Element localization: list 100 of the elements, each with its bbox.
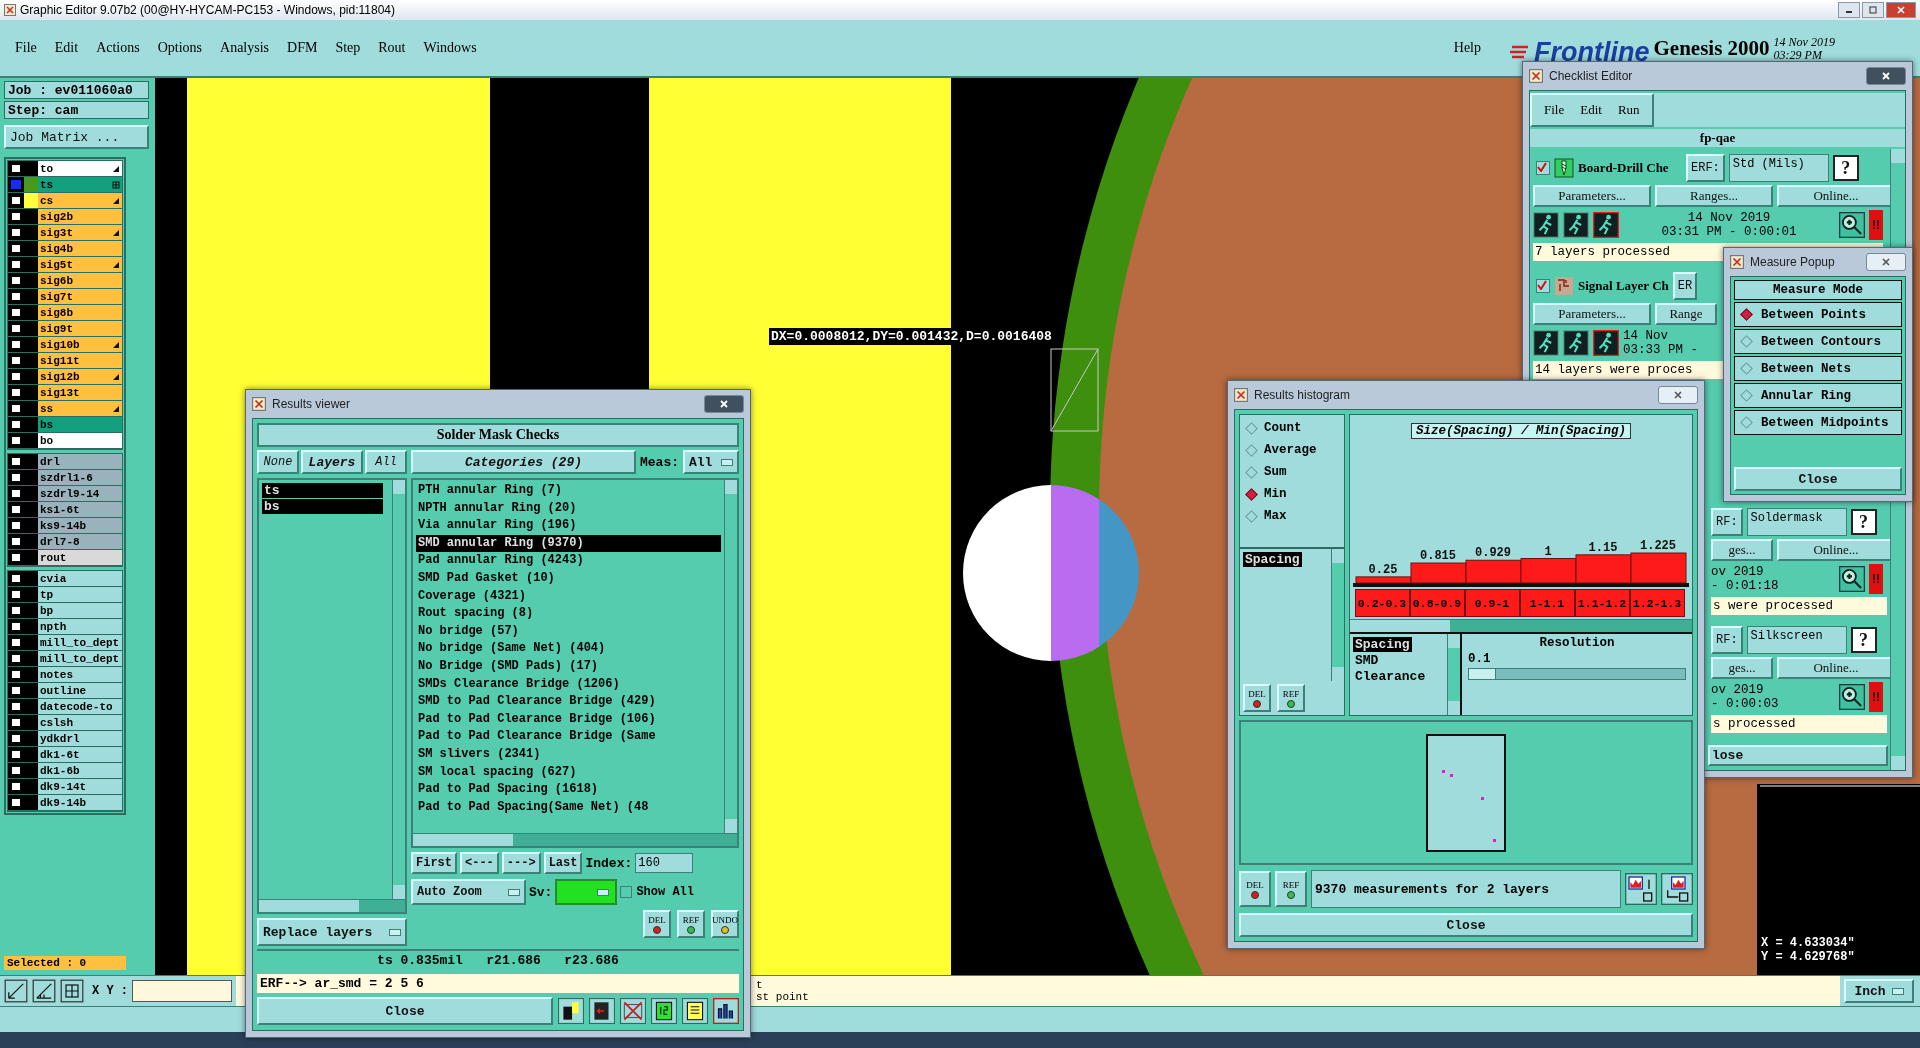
horizontal-scrollbar[interactable]: [413, 833, 737, 846]
minimize-button[interactable]: [1838, 2, 1860, 18]
navigation-button[interactable]: First: [411, 852, 457, 874]
close-button[interactable]: [1866, 253, 1906, 271]
layer-name[interactable]: rout: [38, 550, 122, 565]
layer-name[interactable]: npth: [38, 619, 122, 634]
list-item[interactable]: No bridge (57): [416, 622, 721, 641]
layer-checkbox[interactable]: [8, 667, 24, 682]
document-icon[interactable]: [682, 998, 708, 1024]
layer-filter-button[interactable]: All: [365, 450, 407, 474]
layer-name[interactable]: mill_to_dept: [38, 651, 122, 666]
layer-name[interactable]: dk1-6t: [38, 747, 122, 762]
layer-checkbox[interactable]: [8, 385, 24, 400]
layer-filter-button[interactable]: Layers: [301, 450, 363, 474]
categories-button[interactable]: Categories (29): [411, 450, 636, 474]
radio-option[interactable]: Min: [1244, 487, 1340, 501]
vertical-scrollbar[interactable]: [392, 480, 405, 899]
tool-button[interactable]: REF: [1275, 871, 1307, 907]
layer-checkbox[interactable]: [8, 305, 24, 320]
layer-name[interactable]: to: [38, 161, 122, 176]
list-item[interactable]: Via annular Ring (196): [416, 517, 721, 535]
resolution-slider[interactable]: [1468, 668, 1686, 680]
radio-option[interactable]: Annular Ring: [1734, 383, 1902, 408]
list-item[interactable]: Rout spacing (8): [416, 605, 721, 623]
tool-button[interactable]: UNDO: [711, 910, 739, 938]
bin-label[interactable]: 1-1.1: [1519, 589, 1575, 617]
histogram-bar[interactable]: [1465, 559, 1522, 584]
layer-name[interactable]: sig7t: [38, 289, 122, 304]
menu-item[interactable]: DFM: [278, 40, 327, 56]
bin-label[interactable]: 0.9-1: [1464, 589, 1520, 617]
erf-button[interactable]: RF:: [1711, 626, 1743, 654]
layer-checkbox[interactable]: [8, 470, 24, 485]
xy-input-field[interactable]: [132, 980, 232, 1002]
layer-name[interactable]: sig11t: [38, 353, 122, 368]
layer-checkbox[interactable]: [8, 241, 24, 256]
list-item[interactable]: SMD annular Ring (9370): [416, 534, 721, 553]
grid-snap-icon[interactable]: [60, 979, 84, 1003]
menu-item[interactable]: File: [6, 40, 46, 56]
histogram-bar[interactable]: [1355, 576, 1412, 584]
check-option-button[interactable]: Parameters...: [1533, 303, 1651, 325]
layer-checkbox[interactable]: [8, 289, 24, 304]
menu-item[interactable]: Analysis: [211, 40, 279, 56]
radio-option[interactable]: Between Points: [1734, 302, 1902, 327]
check-option-button[interactable]: Ranges...: [1655, 185, 1773, 207]
layer-checkbox[interactable]: [8, 571, 24, 586]
bin-label[interactable]: 1.1-1.2: [1574, 589, 1630, 617]
erf-button[interactable]: RF:: [1711, 508, 1743, 536]
layer-name[interactable]: dk1-6b: [38, 763, 122, 778]
radio-option[interactable]: Between Nets: [1734, 356, 1902, 381]
layer-checkbox[interactable]: [8, 209, 24, 224]
menu-item[interactable]: Run: [1609, 102, 1648, 118]
histogram-bar[interactable]: [1630, 552, 1687, 584]
layer-name[interactable]: mill_to_dept: [38, 635, 122, 650]
bin-label[interactable]: 0.2-0.3: [1354, 589, 1410, 617]
histogram-bar[interactable]: [1520, 558, 1577, 584]
layer-filter-button[interactable]: None: [257, 450, 299, 474]
bin-label[interactable]: 0.8-0.9: [1409, 589, 1465, 617]
numbered-page-icon[interactable]: [651, 998, 677, 1024]
layer-name[interactable]: szdrl9-14: [38, 486, 122, 501]
running-figure-icon[interactable]: [1533, 212, 1559, 238]
index-field[interactable]: 160: [635, 853, 694, 873]
layer-checkbox[interactable]: [8, 225, 24, 240]
layer-checkbox[interactable]: [8, 518, 24, 533]
check-checkbox[interactable]: [1536, 161, 1550, 175]
layer-name[interactable]: drl7-8: [38, 534, 122, 549]
layer-name[interactable]: outline: [38, 683, 122, 698]
erf-field[interactable]: Silkscreen: [1746, 626, 1847, 654]
list-item[interactable]: ts: [262, 483, 383, 498]
layer-name[interactable]: drl: [38, 454, 122, 469]
layer-checkbox[interactable]: [8, 273, 24, 288]
list-item[interactable]: NPTH annular Ring (20): [416, 499, 721, 518]
histogram-bar[interactable]: [1410, 562, 1467, 584]
layer-checkbox[interactable]: [8, 502, 24, 517]
layer-name[interactable]: sig10b: [38, 337, 122, 352]
crossed-out-icon[interactable]: [620, 998, 646, 1024]
close-button[interactable]: [1886, 2, 1916, 18]
layer-name[interactable]: ks1-6t: [38, 502, 122, 517]
list-item[interactable]: Pad to Pad Clearance Bridge (106): [416, 710, 721, 729]
menu-item[interactable]: Windows: [414, 40, 486, 56]
running-figure-icon[interactable]: [1563, 330, 1589, 356]
list-item[interactable]: No Bridge (SMD Pads) (17): [416, 657, 721, 676]
check-checkbox[interactable]: [1536, 279, 1550, 293]
close-button[interactable]: [1658, 386, 1698, 404]
layer-checkbox[interactable]: [8, 161, 24, 176]
layer-name[interactable]: bp: [38, 603, 122, 618]
layer-checkbox[interactable]: [8, 603, 24, 618]
list-item[interactable]: Clearance: [1353, 669, 1428, 684]
list-item[interactable]: SMD: [1353, 653, 1381, 668]
vertical-scrollbar[interactable]: [1331, 549, 1344, 681]
vertical-scrollbar[interactable]: [724, 480, 737, 833]
erf-button[interactable]: ERF:: [1686, 154, 1725, 182]
layer-name[interactable]: ss: [38, 401, 122, 416]
replace-layers-dropdown[interactable]: Replace layers: [257, 918, 407, 946]
list-item[interactable]: PTH annular Ring (7): [416, 482, 721, 500]
layer-checkbox[interactable]: [8, 177, 24, 192]
running-figure-icon[interactable]: [1563, 212, 1589, 238]
layer-name[interactable]: bs: [38, 417, 122, 432]
tool-button[interactable]: DEL: [1239, 871, 1271, 907]
close-button[interactable]: lose: [1708, 745, 1888, 766]
check-option-button[interactable]: ges...: [1711, 657, 1773, 679]
